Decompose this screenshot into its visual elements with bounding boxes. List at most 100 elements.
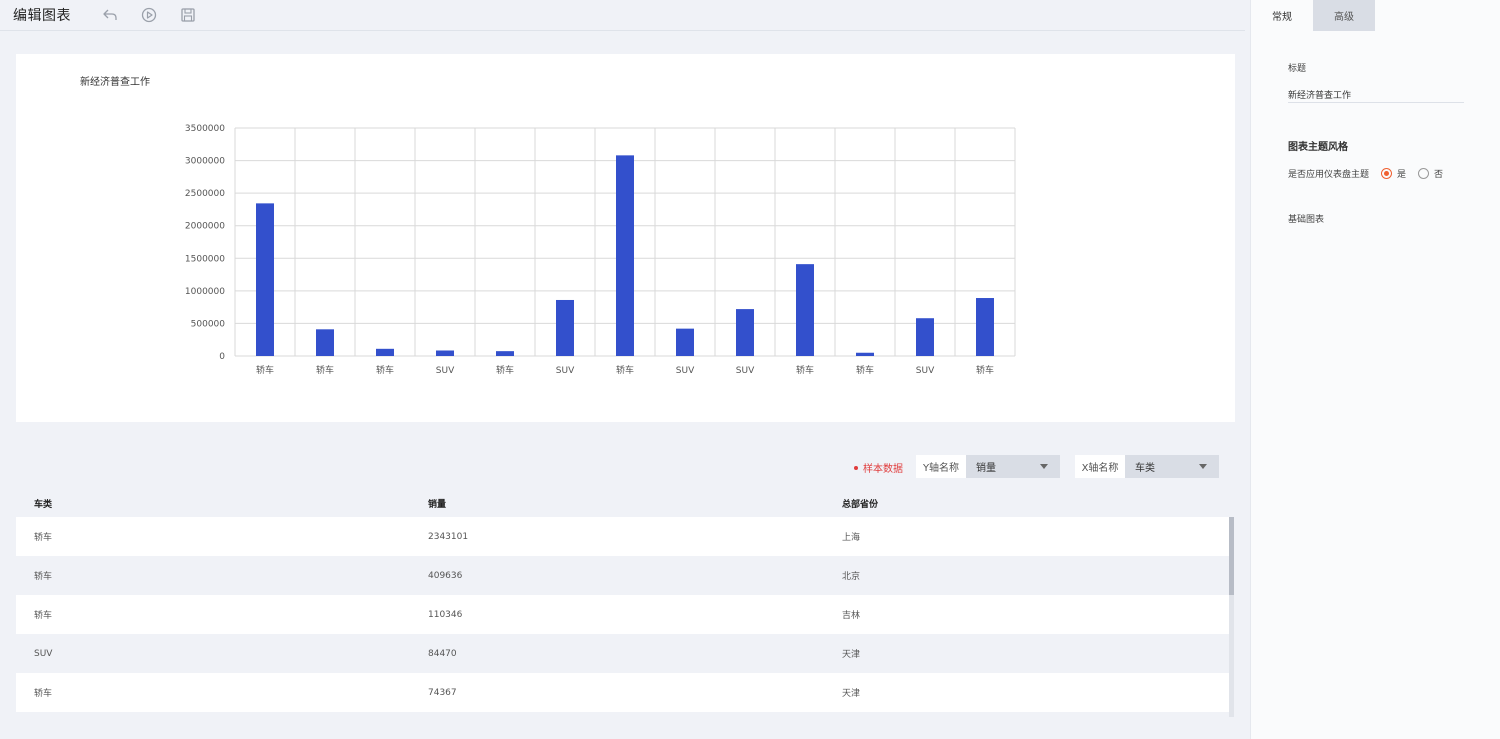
radio-yes-label: 是 (1397, 170, 1407, 180)
cell: 吉林 (842, 611, 861, 621)
bar (736, 309, 754, 356)
bar (916, 318, 934, 356)
cell: 天津 (842, 689, 861, 699)
bar (796, 264, 814, 356)
chevron-down-icon (1199, 464, 1207, 469)
y-tick-label: 1500000 (185, 254, 225, 264)
x-tick-label: 轿车 (976, 364, 994, 376)
title-label: 标题 (1288, 64, 1307, 74)
chart-title: 新经济普查工作 (80, 75, 150, 88)
play-circle-icon (141, 7, 157, 23)
settings-panel: 常规 高级 标题 新经济普查工作 图表主题风格 是否应用仪表盘主题 是 否 基础… (1250, 0, 1500, 739)
x-tick-label: 轿车 (796, 364, 814, 376)
cell: 409636 (428, 570, 463, 581)
chevron-down-icon (1040, 464, 1048, 469)
radio-unchecked-icon[interactable] (1418, 168, 1430, 179)
table-scrollbar[interactable] (1229, 517, 1234, 717)
bar (856, 352, 874, 356)
cell: 2343101 (428, 531, 469, 542)
table-header: 车类 销量 总部省份 (16, 490, 1229, 517)
y-tick-label: 500000 (191, 319, 226, 329)
x-axis-label: X轴名称 (1075, 455, 1125, 478)
bar (976, 298, 994, 356)
x-tick-label: 轿车 (316, 364, 334, 376)
panel-tabs: 常规 高级 (1251, 0, 1500, 31)
header-cell: 销量 (428, 500, 447, 510)
x-tick-label: SUV (676, 366, 695, 376)
bar (616, 155, 634, 356)
header-cell: 车类 (34, 500, 53, 510)
y-axis-dropdown[interactable]: 销量 (966, 455, 1060, 478)
header-cell: 总部省份 (842, 500, 879, 510)
x-tick-label: 轿车 (856, 364, 874, 376)
y-tick-label: 2000000 (185, 222, 225, 232)
x-tick-label: SUV (916, 366, 935, 376)
save-icon (181, 8, 195, 22)
x-axis-selector: X轴名称 车类 (1075, 455, 1219, 478)
base-chart-label: 基础图表 (1288, 215, 1325, 225)
bar (496, 351, 514, 356)
cell: 84470 (428, 648, 457, 659)
cell: SUV (34, 648, 53, 659)
tab-advanced[interactable]: 高级 (1313, 0, 1375, 31)
y-axis-value: 销量 (976, 463, 996, 474)
save-button[interactable] (179, 6, 197, 24)
cell: 轿车 (34, 572, 53, 582)
bar-chart: 新经济普查工作 0 500000 1000000 1500000 2000000 25000… (80, 75, 1016, 376)
bar (376, 348, 394, 356)
page-title: 编辑图表 (13, 8, 71, 24)
theme-question: 是否应用仪表盘主题 (1288, 170, 1370, 180)
radio-checked-icon[interactable] (1381, 168, 1393, 179)
x-axis-dropdown[interactable]: 车类 (1125, 455, 1219, 478)
table-row[interactable]: 轿车 409636 北京 (16, 556, 1229, 595)
table-row[interactable]: SUV 84470 天津 (16, 634, 1229, 673)
undo-icon (103, 9, 117, 20)
theme-radio-group: 是否应用仪表盘主题 是 否 (1288, 167, 1443, 180)
tab-general[interactable]: 常规 (1251, 0, 1313, 31)
table-row[interactable]: 轿车 110346 吉林 (16, 595, 1229, 634)
bar (256, 203, 274, 356)
x-axis-value: 车类 (1135, 463, 1155, 474)
undo-button[interactable] (101, 6, 119, 24)
bar (556, 299, 574, 356)
cell: 轿车 (34, 689, 53, 699)
preview-button[interactable] (140, 6, 158, 24)
x-tick-label: SUV (736, 366, 755, 376)
bar (436, 350, 454, 356)
x-tick-label: 轿车 (496, 364, 514, 376)
bar (316, 329, 334, 356)
y-axis-selector: Y轴名称 销量 (916, 455, 1060, 478)
cell: 轿车 (34, 533, 53, 543)
x-tick-label: SUV (436, 366, 455, 376)
cell: 74367 (428, 687, 457, 698)
x-tick-label: SUV (556, 366, 575, 376)
y-tick-label: 2500000 (185, 189, 225, 199)
y-axis-label: Y轴名称 (916, 455, 966, 478)
sample-dot-icon (854, 465, 858, 470)
data-table: 车类 销量 总部省份 轿车 2343101 上海 轿车 409636 北京 轿车… (16, 490, 1229, 712)
title-input[interactable]: 新经济普查工作 (1288, 88, 1464, 103)
bar (676, 328, 694, 356)
scrollbar-thumb[interactable] (1229, 517, 1234, 595)
sample-data-label: 样本数据 (863, 464, 903, 475)
table-row[interactable]: 轿车 74367 天津 (16, 673, 1229, 712)
cell: 上海 (842, 533, 861, 543)
table-row[interactable]: 轿车 2343101 上海 (16, 517, 1229, 556)
y-tick-label: 3500000 (185, 124, 225, 134)
cell: 北京 (842, 572, 861, 582)
y-tick-label: 3000000 (185, 157, 225, 167)
top-toolbar: 编辑图表 (0, 0, 1245, 31)
theme-section-heading: 图表主题风格 (1288, 142, 1348, 153)
x-tick-label: 轿车 (376, 364, 394, 376)
cell: 天津 (842, 650, 861, 660)
y-tick-label: 0 (219, 352, 225, 362)
cell: 110346 (428, 609, 463, 620)
cell: 轿车 (34, 611, 53, 621)
x-tick-label: 轿车 (256, 364, 274, 376)
radio-option-no[interactable]: 否 (1418, 167, 1443, 180)
radio-no-label: 否 (1434, 170, 1444, 180)
sample-data-tag: 样本数据 (854, 460, 903, 475)
radio-option-yes[interactable]: 是 (1381, 167, 1406, 180)
x-tick-label: 轿车 (616, 364, 634, 376)
chart-card: 新经济普查工作 0 500000 1000000 1500000 2000000 25000… (16, 54, 1235, 422)
